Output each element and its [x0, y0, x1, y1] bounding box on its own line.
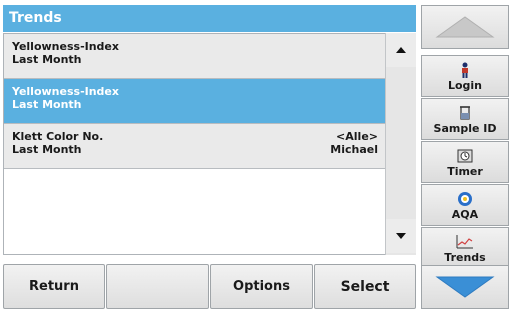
nav-up-button[interactable] — [421, 5, 509, 49]
scroll-up-button[interactable] — [386, 33, 416, 67]
list-item-user: Michael — [330, 143, 378, 156]
trends-list: Yellowness-Index Last Month Yellowness-I… — [3, 33, 416, 255]
timer-label: Timer — [447, 164, 483, 178]
list-item-period: Last Month — [12, 98, 82, 111]
timer-button[interactable]: Timer — [421, 141, 509, 183]
list-item[interactable]: Klett Color No. Last Month <Alle> Michae… — [4, 124, 386, 169]
login-button[interactable]: Login — [421, 55, 509, 97]
list-item[interactable]: Yellowness-Index Last Month — [4, 34, 386, 79]
list-item-selected[interactable]: Yellowness-Index Last Month — [4, 79, 386, 124]
list-item-period: Last Month — [12, 53, 82, 66]
select-button[interactable]: Select — [314, 264, 416, 309]
person-icon — [460, 61, 470, 79]
trends-button[interactable]: Trends — [421, 227, 509, 269]
page-title: Trends — [3, 5, 416, 32]
list-item-filters: <Alle> Michael — [330, 130, 378, 156]
sample-id-label: Sample ID — [433, 121, 497, 135]
large-down-arrow-icon — [435, 276, 495, 298]
scroll-down-button[interactable] — [386, 219, 416, 253]
trend-chart-icon — [456, 233, 474, 251]
sample-id-button[interactable]: Sample ID — [421, 98, 509, 140]
nav-down-button[interactable] — [421, 265, 509, 309]
large-up-arrow-icon — [435, 16, 495, 38]
triangle-down-icon — [396, 233, 406, 239]
triangle-up-icon — [396, 47, 406, 53]
aqa-button[interactable]: AQA — [421, 184, 509, 226]
options-button[interactable]: Options — [210, 264, 313, 309]
list-item-name: Yellowness-Index — [12, 85, 119, 98]
list-item-name: Yellowness-Index — [12, 40, 119, 53]
list-item-sample-filter: <Alle> — [336, 130, 378, 143]
return-button[interactable]: Return — [3, 264, 105, 309]
timer-icon — [457, 147, 473, 165]
aqa-icon — [457, 190, 473, 208]
empty-button[interactable] — [106, 264, 209, 309]
aqa-label: AQA — [451, 207, 479, 221]
login-label: Login — [447, 78, 483, 92]
list-scrollbar[interactable] — [385, 33, 416, 255]
trends-label: Trends — [444, 250, 486, 264]
sample-vial-icon — [459, 104, 471, 122]
